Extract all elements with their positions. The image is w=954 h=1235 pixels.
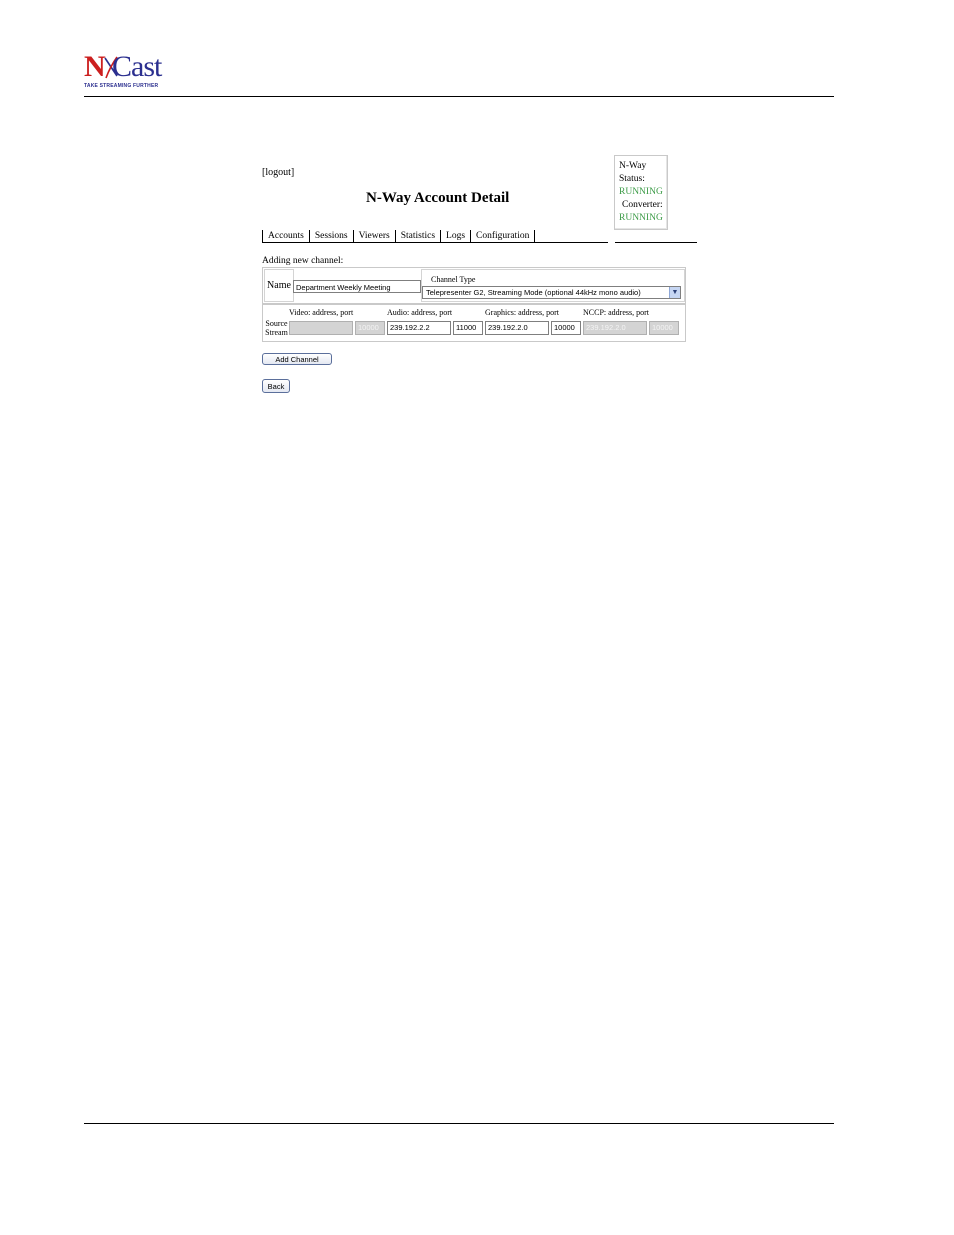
video-address-input xyxy=(289,321,353,335)
channel-type-value: Telepresenter G2, Streaming Mode (option… xyxy=(426,288,641,297)
source-label-line2: Stream xyxy=(265,328,288,337)
channel-name-type-panel: Name Department Weekly Meeting Channel T… xyxy=(262,267,686,304)
source-stream-panel: Video: address, port Audio: address, por… xyxy=(262,304,686,342)
page-title: N-Way Account Detail xyxy=(366,190,510,206)
status-panel: N-Way Status: RUNNING Converter: RUNNING xyxy=(614,155,668,230)
name-label: Name xyxy=(264,269,294,302)
source-label-line1: Source xyxy=(265,319,288,328)
logo-tagline: TAKE STREAMING FURTHER xyxy=(84,83,159,89)
header-rule xyxy=(84,96,834,97)
audio-address-input[interactable]: 239.192.2.2 xyxy=(387,321,451,335)
video-port-input: 10000 xyxy=(355,321,385,335)
audio-header: Audio: address, port xyxy=(387,308,453,317)
video-header: Video: address, port xyxy=(289,308,354,317)
logo-word-cast: Cast xyxy=(112,50,162,83)
status-underline xyxy=(615,242,697,243)
nccp-port-input: 10000 xyxy=(649,321,679,335)
graphics-header: Graphics: address, port xyxy=(485,308,559,317)
logout-link[interactable]: [logout] xyxy=(262,167,294,178)
nway-status-value: RUNNING xyxy=(619,187,663,197)
back-button[interactable]: Back xyxy=(262,379,290,393)
nccp-address-input: 239.192.2.0 xyxy=(583,321,647,335)
converter-label: Converter: xyxy=(622,200,663,210)
tabs-underline xyxy=(262,242,608,243)
nway-status-label: Status: xyxy=(619,174,645,184)
nway-label: N-Way xyxy=(619,161,647,171)
audio-port-input[interactable]: 11000 xyxy=(453,321,483,335)
add-channel-button[interactable]: Add Channel xyxy=(262,353,332,365)
converter-status-value: RUNNING xyxy=(619,213,663,223)
nccp-header: NCCP: address, port xyxy=(583,308,649,317)
source-stream-label: Source Stream xyxy=(264,319,289,337)
footer-rule xyxy=(84,1123,834,1124)
graphics-address-input[interactable]: 239.192.2.0 xyxy=(485,321,549,335)
chevron-down-icon[interactable]: ▼ xyxy=(669,287,680,298)
channel-type-cell: Channel Type Telepresenter G2, Streaming… xyxy=(421,269,685,302)
ncast-logo: N Cast TAKE STREAMING FURTHER xyxy=(84,52,164,92)
logo-letter-n: N xyxy=(84,50,106,83)
graphics-port-input[interactable]: 10000 xyxy=(551,321,581,335)
channel-type-label: Channel Type xyxy=(431,275,476,284)
channel-name-input[interactable]: Department Weekly Meeting xyxy=(293,280,421,293)
adding-channel-label: Adding new channel: xyxy=(262,256,344,266)
channel-type-select[interactable]: Telepresenter G2, Streaming Mode (option… xyxy=(422,286,681,299)
